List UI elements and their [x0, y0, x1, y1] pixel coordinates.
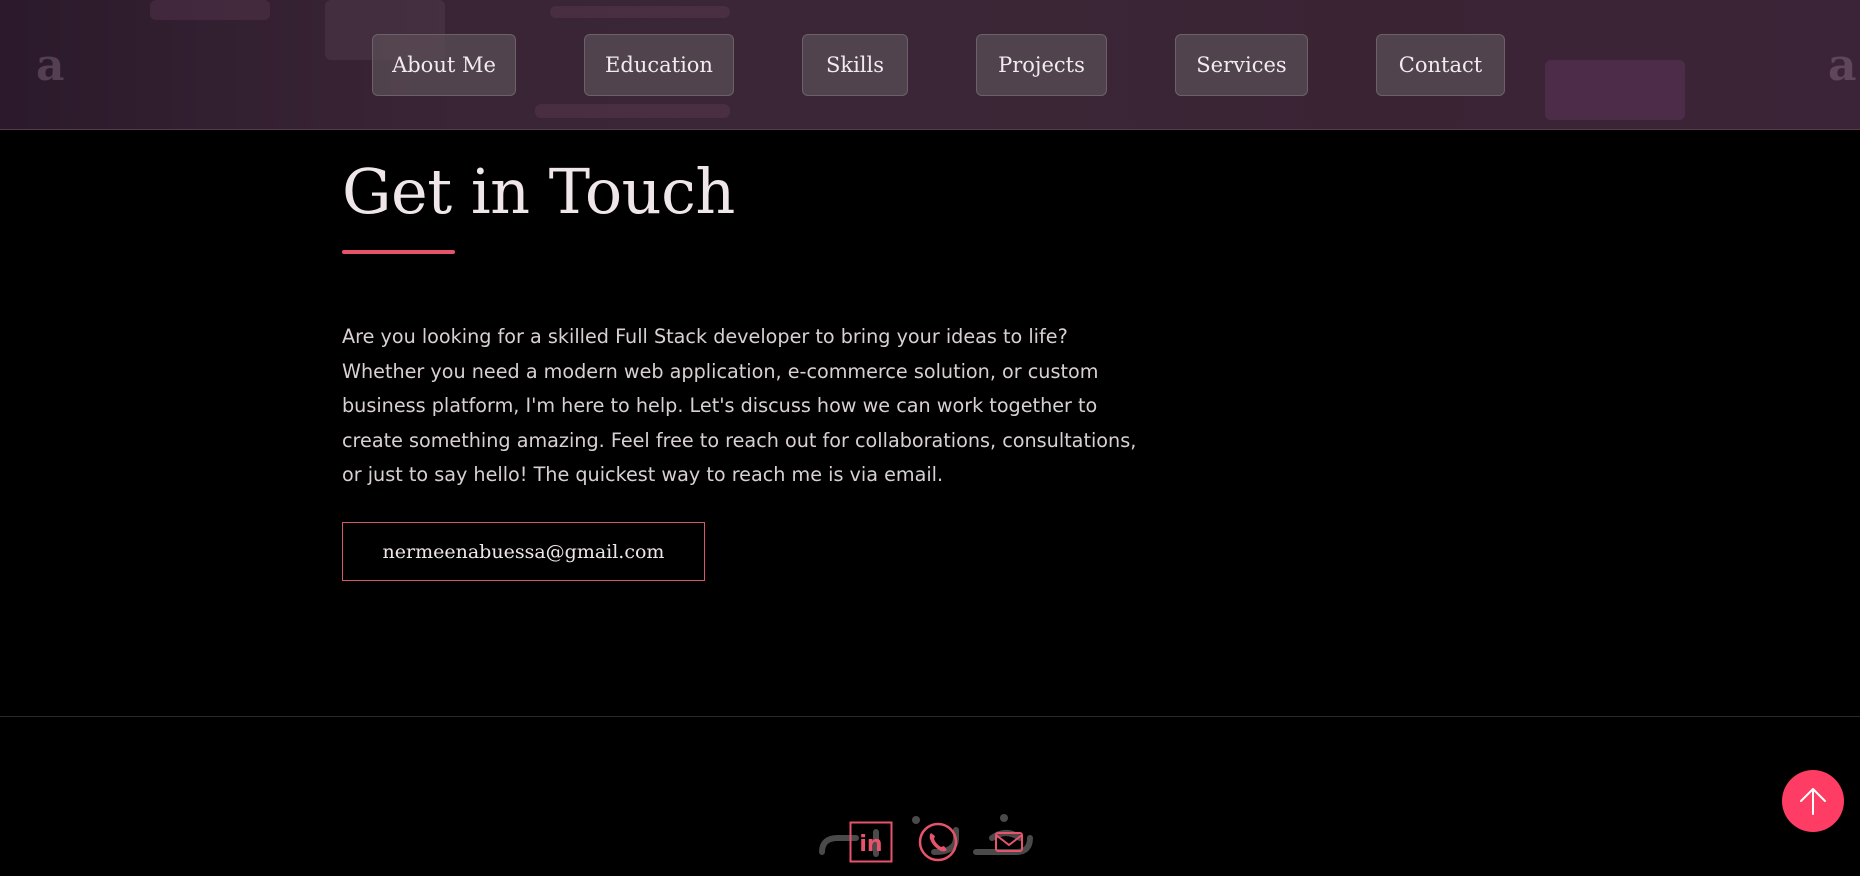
contact-intro-text: Are you looking for a skilled Full Stack…	[342, 325, 1137, 486]
nav-skills[interactable]: Skills	[802, 34, 908, 96]
footer-divider	[0, 716, 1860, 717]
section-title: Get in Touch	[342, 155, 735, 228]
linkedin-icon: in	[849, 821, 893, 863]
header-bg-decoration: a	[36, 40, 65, 91]
header-bg-decoration	[150, 0, 270, 20]
header-bg-decoration: a	[1828, 40, 1857, 91]
header-bg-decoration	[550, 6, 730, 18]
nav-about-me[interactable]: About Me	[372, 34, 516, 96]
title-underline	[342, 250, 455, 254]
mail-icon	[995, 832, 1023, 852]
nav-services[interactable]: Services	[1175, 34, 1308, 96]
mail-link[interactable]	[992, 822, 1026, 862]
header-bg-decoration	[1545, 60, 1685, 120]
site-header: a a About Me Education Skills Projects S…	[0, 0, 1860, 130]
linkedin-link[interactable]: in	[848, 821, 894, 863]
nav-contact[interactable]: Contact	[1376, 34, 1505, 96]
phone-icon	[918, 822, 958, 862]
nav-projects[interactable]: Projects	[976, 34, 1107, 96]
phone-link[interactable]	[916, 822, 960, 862]
arrow-up-icon	[1800, 788, 1826, 815]
back-to-top-button[interactable]	[1782, 770, 1844, 832]
email-button[interactable]: nermeenabuessa@gmail.com	[342, 522, 705, 581]
svg-text:in: in	[859, 832, 882, 857]
nav-education[interactable]: Education	[584, 34, 734, 96]
header-bg-decoration	[535, 104, 730, 118]
